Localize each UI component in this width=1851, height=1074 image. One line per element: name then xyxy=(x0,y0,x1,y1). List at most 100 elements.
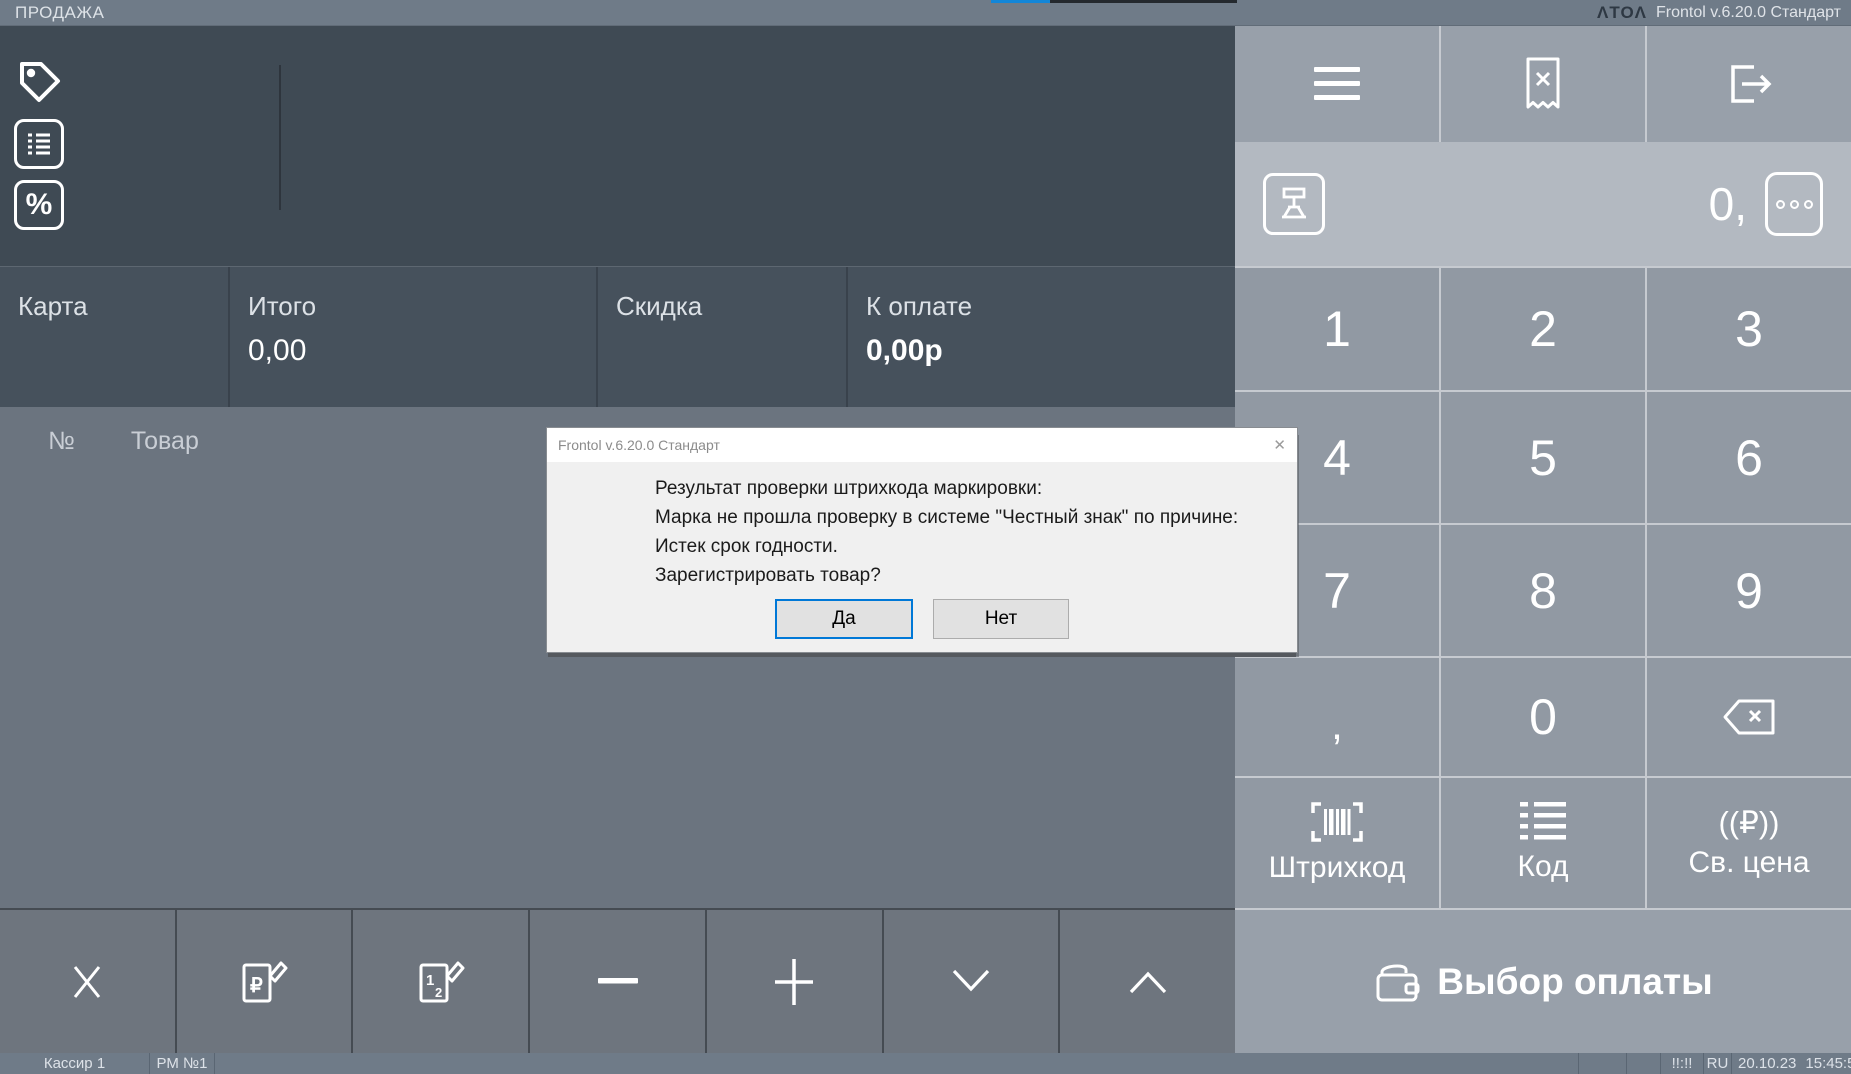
column-number: № xyxy=(48,427,75,456)
atol-logo: ΛTOΛ xyxy=(1597,3,1647,23)
key-9[interactable]: 9 xyxy=(1645,525,1851,656)
discount-button[interactable]: % xyxy=(14,180,64,230)
dialog-buttons: Да Нет xyxy=(547,599,1297,639)
svg-text:2: 2 xyxy=(435,985,442,1000)
scale-icon xyxy=(1276,186,1312,222)
pos-screen: ПРОДАЖА ΛTOΛ Frontol v.6.20.0 Стандарт xyxy=(0,0,1851,1074)
exit-icon xyxy=(1726,63,1772,105)
close-icon[interactable]: ✕ xyxy=(1273,436,1286,454)
backspace-icon xyxy=(1722,698,1776,736)
key-2[interactable]: 2 xyxy=(1439,268,1645,390)
totals-band: Карта Итого 0,00 Скидка К оплате 0,00р xyxy=(0,266,1235,407)
statusbar-spacer xyxy=(215,1053,1578,1074)
backspace-key[interactable] xyxy=(1645,658,1851,776)
no-button[interactable]: Нет xyxy=(933,599,1069,639)
position-actions-row: ₽ 1 2 xyxy=(0,908,1235,1053)
key-6[interactable]: 6 xyxy=(1645,392,1851,523)
panel-divider xyxy=(279,65,281,210)
free-price-label: Св. цена xyxy=(1688,846,1809,880)
title-bar: ПРОДАЖА ΛTOΛ Frontol v.6.20.0 Стандарт xyxy=(0,0,1851,26)
chevron-down-icon xyxy=(951,968,991,995)
workstation-id: РМ №1 xyxy=(150,1053,215,1074)
code-button[interactable]: Код xyxy=(1439,778,1645,908)
key-comma[interactable]: , xyxy=(1235,658,1439,776)
sync-indicator: !!:!! xyxy=(1660,1053,1703,1074)
yes-button[interactable]: Да xyxy=(775,599,913,639)
edit-quantity-button[interactable]: 1 2 xyxy=(353,910,530,1053)
free-price-button[interactable]: ((₽)) Св. цена xyxy=(1645,778,1851,908)
dialog-message-line: Истек срок годности. xyxy=(655,532,1297,561)
key-0[interactable]: 0 xyxy=(1439,658,1645,776)
key-1[interactable]: 1 xyxy=(1235,268,1439,390)
discount-cell: Скидка xyxy=(598,267,848,407)
payment-select-button[interactable]: Выбор оплаты xyxy=(1235,908,1851,1053)
numpad-row: 7 8 9 xyxy=(1235,523,1851,656)
positions-list-button[interactable] xyxy=(14,119,64,169)
top-edge-accent-blue xyxy=(991,0,1050,3)
free-price-icon: ((₽)) xyxy=(1718,807,1779,838)
key-5[interactable]: 5 xyxy=(1439,392,1645,523)
key-3[interactable]: 3 xyxy=(1645,268,1851,390)
barcode-label: Штрихкод xyxy=(1269,851,1406,885)
tag-button[interactable] xyxy=(14,56,66,108)
numpad-row: 1 2 3 xyxy=(1235,266,1851,390)
edit-price-button[interactable]: ₽ xyxy=(177,910,354,1053)
decrease-button[interactable] xyxy=(530,910,707,1053)
percent-icon: % xyxy=(26,188,53,222)
numpad-row: 4 5 6 xyxy=(1235,390,1851,523)
numpad-top-row xyxy=(1235,26,1851,142)
barcode-button[interactable]: Штрихкод xyxy=(1235,778,1439,908)
due-label: К оплате xyxy=(866,291,1235,322)
dialog-message-line: Марка не прошла проверку в системе "Чест… xyxy=(655,503,1297,532)
numpad-display: 0, xyxy=(1235,142,1851,266)
chevron-up-icon xyxy=(1128,968,1168,995)
move-down-button[interactable] xyxy=(884,910,1061,1053)
card-cell: Карта xyxy=(0,267,230,407)
statusbar-empty-cell xyxy=(1626,1053,1660,1074)
dialog-message-line: Результат проверки штрихкода маркировки: xyxy=(655,474,1297,503)
dialog-title: Frontol v.6.20.0 Стандарт xyxy=(558,437,720,453)
menu-button[interactable] xyxy=(1235,26,1439,142)
status-time: 15:45:58 xyxy=(1805,1055,1851,1072)
due-cell: К оплате 0,00р xyxy=(848,267,1235,407)
discount-label: Скидка xyxy=(616,291,846,322)
receipt-cancel-icon xyxy=(1524,57,1562,111)
scale-button[interactable] xyxy=(1263,173,1325,235)
move-up-button[interactable] xyxy=(1060,910,1235,1053)
receipt-tools-panel: % xyxy=(0,26,1235,266)
more-options-button[interactable] xyxy=(1765,172,1823,236)
code-list-icon xyxy=(1520,802,1566,842)
plus-icon xyxy=(773,957,815,1007)
total-label: Итого xyxy=(248,291,596,322)
wallet-icon xyxy=(1373,960,1421,1004)
menu-icon xyxy=(1314,67,1360,101)
numpad-function-row: Штрихкод Код ((₽)) Св. цена xyxy=(1235,776,1851,908)
marking-check-dialog: Frontol v.6.20.0 Стандарт ✕ Результат пр… xyxy=(547,428,1297,652)
dialog-message: Результат проверки штрихкода маркировки:… xyxy=(547,474,1297,590)
statusbar-empty-cell xyxy=(1578,1053,1626,1074)
numpad-row: , 0 xyxy=(1235,656,1851,776)
numpad-column: 0, 1 2 3 4 5 6 7 8 9 xyxy=(1235,26,1851,1053)
exit-button[interactable] xyxy=(1645,26,1851,142)
dialog-body: Результат проверки штрихкода маркировки:… xyxy=(547,462,1297,652)
cancel-x-icon xyxy=(71,963,103,1001)
tag-icon xyxy=(15,57,65,107)
svg-text:1: 1 xyxy=(426,972,434,989)
code-label: Код xyxy=(1517,850,1568,884)
keyboard-language: RU xyxy=(1703,1053,1731,1074)
total-value: 0,00 xyxy=(248,334,596,368)
cashier-name: Кассир 1 xyxy=(0,1053,150,1074)
status-bar: Кассир 1 РМ №1 !!:!! RU 20.10.23 15:45:5… xyxy=(0,1053,1851,1074)
list-icon xyxy=(25,130,53,158)
svg-text:₽: ₽ xyxy=(250,975,263,997)
void-receipt-button[interactable] xyxy=(1439,26,1645,142)
card-label: Карта xyxy=(18,291,228,322)
key-8[interactable]: 8 xyxy=(1439,525,1645,656)
minus-icon xyxy=(598,978,638,986)
barcode-icon xyxy=(1308,801,1366,843)
mode-title: ПРОДАЖА xyxy=(15,3,104,23)
price-edit-icon: ₽ xyxy=(239,959,289,1005)
quantity-edit-icon: 1 2 xyxy=(416,959,466,1005)
increase-button[interactable] xyxy=(707,910,884,1053)
void-position-button[interactable] xyxy=(0,910,177,1053)
